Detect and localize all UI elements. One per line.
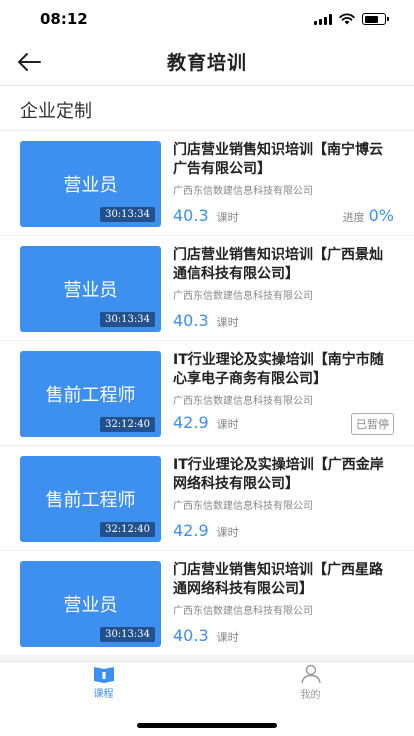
status-icons [314,13,389,25]
course-company: 广西东信数建信息科技有限公司 [173,291,313,302]
hours-unit: 课时 [216,526,239,539]
duration-badge: 30:13:34 [100,627,155,642]
course-thumbnail[interactable]: 营业员 30:13:34 [20,246,161,332]
duration-badge: 30:13:34 [100,207,155,222]
book-icon [93,666,114,683]
duration-badge: 30:13:34 [100,312,155,327]
paused-badge: 已暂停 [351,413,394,435]
course-meta: 42.9 课时 [173,521,394,540]
course-company: 广西东信数建信息科技有限公司 [173,396,313,407]
course-list: 营业员 30:13:34 门店营业销售知识培训【南宁博云广告有限公司】 广西东信… [0,131,414,656]
course-info: IT行业理论及实操培训【广西金岸网络科技有限公司】 广西东信数建信息科技有限公司… [173,456,394,540]
content: 企业定制 营业员 30:13:34 门店营业销售知识培训【南宁博云广告有限公司】… [0,87,414,661]
hours-unit: 课时 [216,316,239,329]
thumbnail-label: 营业员 [63,595,118,616]
course-title[interactable]: IT行业理论及实操培训【南宁市随心享电子商务有限公司】 [173,351,394,389]
course-meta: 40.3 课时 进度 0% [173,206,394,225]
thumbnail-label: 营业员 [63,280,118,301]
progress-value: 0% [368,206,394,225]
home-indicator[interactable] [137,723,277,728]
course-hours: 40.3 [173,311,209,330]
course-hours: 42.9 [173,413,209,432]
course-info: 门店营业销售知识培训【广西星路通网络科技有限公司】 广西东信数建信息科技有限公司… [173,561,394,645]
signal-icon [314,13,332,25]
duration-badge: 32:12:40 [100,417,155,432]
course-title[interactable]: 门店营业销售知识培训【南宁博云广告有限公司】 [173,141,394,179]
course-hours: 42.9 [173,521,209,540]
course-thumbnail[interactable]: 营业员 30:13:34 [20,561,161,647]
course-title[interactable]: 门店营业销售知识培训【广西星路通网络科技有限公司】 [173,561,394,599]
hours-unit: 课时 [216,631,239,644]
person-icon [300,664,321,683]
course-card[interactable]: 营业员 30:13:34 门店营业销售知识培训【广西景灿通信科技有限公司】 广西… [0,236,414,341]
course-hours: 40.3 [173,626,209,645]
status-time: 08:12 [40,10,88,28]
course-card[interactable]: 营业员 30:13:34 门店营业销售知识培训【南宁博云广告有限公司】 广西东信… [0,131,414,236]
course-info: IT行业理论及实操培训【南宁市随心享电子商务有限公司】 广西东信数建信息科技有限… [173,351,394,435]
course-thumbnail[interactable]: 售前工程师 32:12:40 [20,351,161,437]
tab-label: 我的 [300,689,321,701]
course-meta: 40.3 课时 [173,626,394,645]
page-title: 教育培训 [166,52,247,74]
section-header: 企业定制 [0,87,414,131]
course-company: 广西东信数建信息科技有限公司 [173,501,313,512]
nav-bar: 教育培训 [0,38,414,86]
course-hours: 40.3 [173,206,209,225]
course-title[interactable]: IT行业理论及实操培训【广西金岸网络科技有限公司】 [173,456,394,494]
progress-label: 进度 0% [342,206,394,225]
thumbnail-label: 售前工程师 [45,490,136,511]
home-area [0,702,414,736]
course-card[interactable]: 售前工程师 32:12:40 IT行业理论及实操培训【南宁市随心享电子商务有限公… [0,341,414,446]
arrow-left-icon [18,53,41,71]
tab-courses[interactable]: 课程 [0,662,207,702]
course-meta: 42.9 课时 已暂停 [173,413,394,435]
back-button[interactable] [14,48,44,76]
duration-badge: 32:12:40 [100,522,155,537]
hours-unit: 课时 [216,418,239,431]
hours-unit: 课时 [216,211,239,224]
course-card[interactable]: 营业员 30:13:34 门店营业销售知识培训【广西星路通网络科技有限公司】 广… [0,551,414,656]
tab-mine[interactable]: 我的 [207,662,414,702]
section-title: 企业定制 [20,101,92,122]
course-thumbnail[interactable]: 售前工程师 32:12:40 [20,456,161,542]
course-title[interactable]: 门店营业销售知识培训【广西景灿通信科技有限公司】 [173,246,394,284]
thumbnail-label: 营业员 [63,175,118,196]
thumbnail-label: 售前工程师 [45,385,136,406]
status-bar: 08:12 [0,0,414,38]
battery-icon [362,13,389,25]
course-info: 门店营业销售知识培训【广西景灿通信科技有限公司】 广西东信数建信息科技有限公司 … [173,246,394,330]
course-company: 广西东信数建信息科技有限公司 [173,186,313,197]
tab-label: 课程 [93,688,114,700]
course-card[interactable]: 售前工程师 32:12:40 IT行业理论及实操培训【广西金岸网络科技有限公司】… [0,446,414,551]
tab-bar: 课程 我的 [0,661,414,702]
course-thumbnail[interactable]: 营业员 30:13:34 [20,141,161,227]
course-meta: 40.3 课时 [173,311,394,330]
wifi-icon [339,13,355,25]
course-company: 广西东信数建信息科技有限公司 [173,606,313,617]
course-info: 门店营业销售知识培训【南宁博云广告有限公司】 广西东信数建信息科技有限公司 40… [173,141,394,225]
